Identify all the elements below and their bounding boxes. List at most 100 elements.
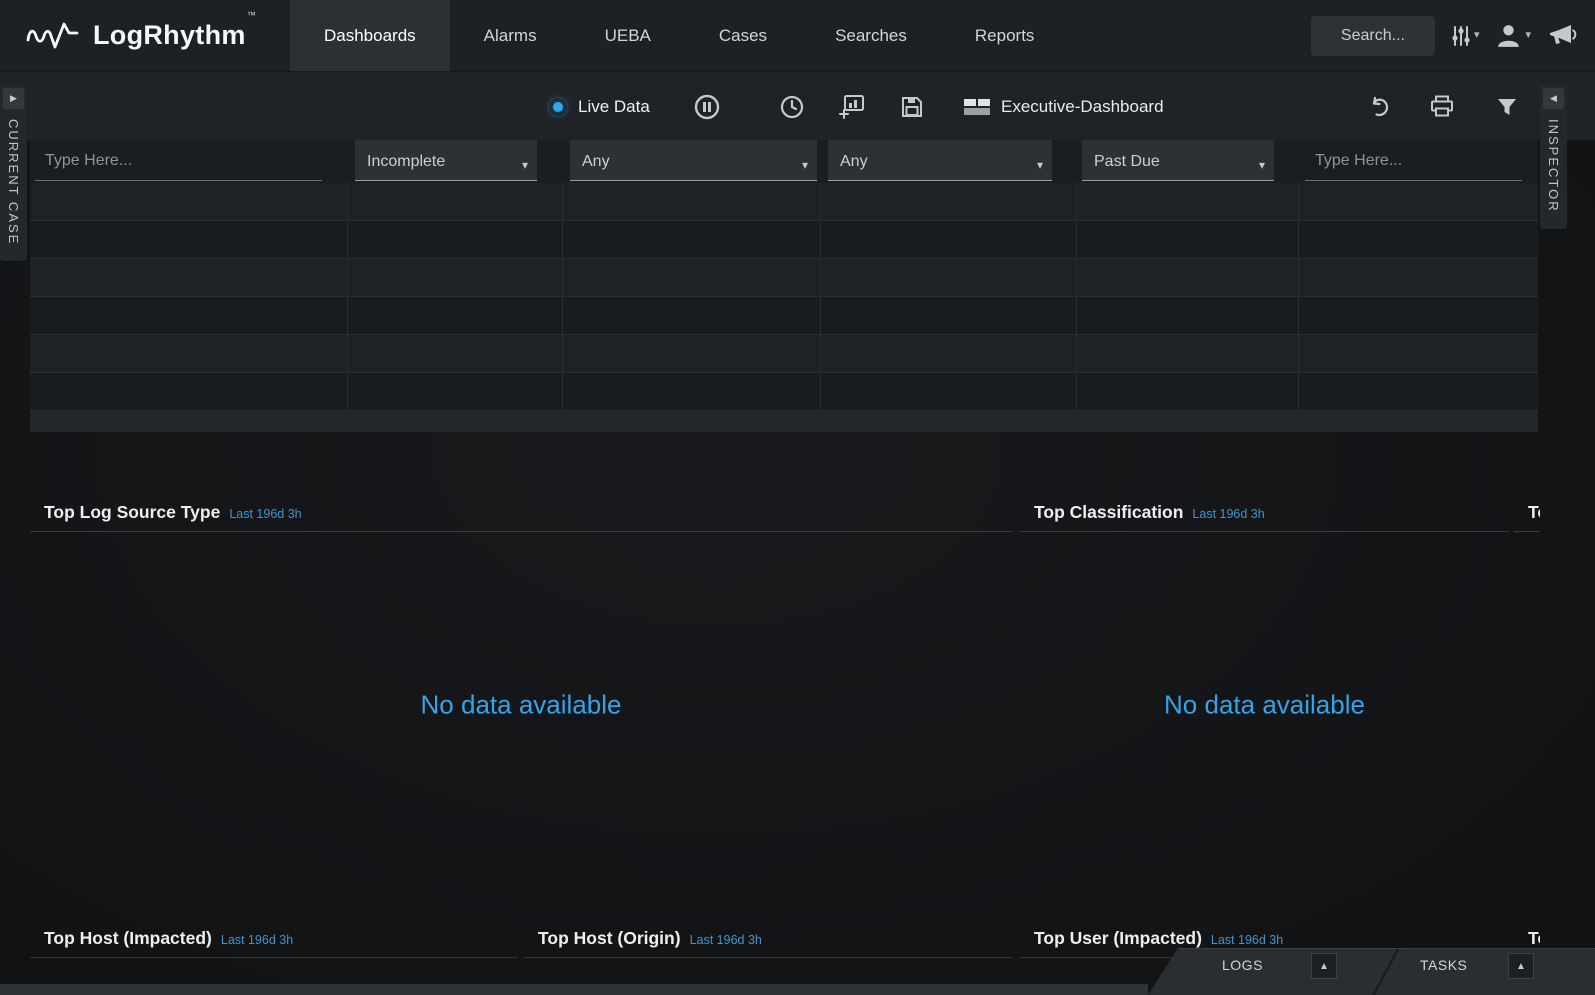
widget-top-host-impacted: Top Host (Impacted) Last 196d 3h — [30, 916, 518, 983]
tasks-expand-button[interactable]: ▲ — [1508, 953, 1534, 979]
dropdown-value: Any — [582, 153, 610, 171]
chevron-up-icon: ▲ — [1516, 961, 1526, 972]
widget-title: Top User (Impacted) — [1034, 928, 1202, 949]
grid-horizontal-scrollbar[interactable] — [30, 411, 1538, 432]
status-filter-dropdown[interactable]: Incomplete ▾ — [355, 140, 537, 181]
horizontal-scrollbar[interactable] — [0, 984, 1148, 995]
clock-icon — [780, 95, 804, 119]
text-filter-input-2[interactable] — [1305, 140, 1522, 181]
chevron-down-icon: ▾ — [1259, 158, 1265, 172]
logrhythm-logo-icon — [26, 19, 80, 53]
chevron-down-icon: ▾ — [1474, 30, 1480, 41]
widget-title: To — [1528, 928, 1540, 949]
bottom-dock: LOGS ▲ TASKS ▲ — [1148, 948, 1595, 995]
widget-timespan: Last 196d 3h — [229, 507, 301, 521]
widget-header: To — [1514, 490, 1540, 523]
grid-rows — [30, 183, 1538, 411]
user-menu-button[interactable]: ▾ — [1495, 22, 1531, 49]
inspector-expand-button[interactable]: ◀ — [1543, 88, 1564, 109]
nav-tab-cases[interactable]: Cases — [685, 0, 801, 71]
nav-tab-searches[interactable]: Searches — [801, 0, 941, 71]
print-button[interactable] — [1430, 72, 1454, 141]
chevron-up-icon: ▲ — [1319, 961, 1329, 972]
widget-top-classification: Top Classification Last 196d 3h No data … — [1020, 490, 1509, 920]
widget-title: Top Log Source Type — [44, 502, 220, 523]
due-date-filter-dropdown[interactable]: Past Due▾ — [1082, 140, 1274, 181]
widget-title: Top Host (Impacted) — [44, 928, 212, 949]
widget-timespan: Last 196d 3h — [221, 933, 293, 947]
widget-divider — [30, 531, 1012, 532]
chevron-down-icon: ▾ — [802, 158, 808, 172]
widget-timespan: Last 196d 3h — [1211, 933, 1283, 947]
inspector-tab[interactable]: INSPECTOR — [1546, 119, 1561, 213]
chevron-down-icon: ▾ — [1037, 158, 1043, 172]
settings-menu-button[interactable]: ▾ — [1451, 24, 1480, 48]
grid-empty-row — [30, 373, 1538, 411]
nav-tab-reports[interactable]: Reports — [941, 0, 1069, 71]
filter-dropdown-2[interactable]: Any ▾ — [570, 140, 817, 181]
save-icon — [900, 95, 924, 119]
pause-button[interactable] — [694, 72, 720, 141]
widget-header: To — [1514, 916, 1540, 949]
logrhythm-app: LogRhythm™ Dashboards Alarms UEBA Cases … — [0, 0, 1595, 995]
logs-tab[interactable]: LOGS — [1222, 949, 1263, 982]
current-case-expand-button[interactable]: ▶ — [3, 88, 24, 109]
nav-tab-dashboards[interactable]: Dashboards — [290, 0, 450, 71]
filter-dropdown-3[interactable]: Any▾ — [828, 140, 1052, 181]
widget-header: Top Log Source Type Last 196d 3h — [30, 490, 1012, 523]
grid-column-divider — [1298, 183, 1299, 411]
save-dashboard-button[interactable] — [900, 72, 924, 141]
announcements-button[interactable] — [1547, 23, 1577, 49]
no-data-message: No data available — [30, 690, 1012, 721]
dropdown-value: Incomplete — [367, 153, 445, 171]
reset-button[interactable] — [1368, 72, 1392, 141]
widget-truncated-right: To — [1514, 490, 1540, 920]
widget-title: To — [1528, 502, 1540, 523]
dashboard-layout-icon — [963, 96, 991, 118]
printer-icon — [1430, 95, 1454, 118]
add-widget-icon — [838, 94, 865, 120]
grid-column-divider — [1076, 183, 1077, 411]
nav-tab-ueba[interactable]: UEBA — [571, 0, 685, 71]
grid-filter-row: Incomplete▾ Any▾ Any▾ Past Due▾ — [30, 140, 1538, 183]
arrow-left-icon: ◀ — [1550, 93, 1557, 104]
user-icon — [1495, 22, 1522, 49]
add-widget-button[interactable] — [838, 72, 865, 141]
dashboard-toolbar: Live Data — [0, 71, 1595, 140]
grid-column-divider — [347, 183, 348, 411]
chevron-down-icon: ▾ — [522, 158, 528, 172]
grid-empty-row — [30, 335, 1538, 373]
time-range-button[interactable] — [780, 72, 804, 141]
widget-timespan: Last 196d 3h — [1192, 507, 1264, 521]
dock-divider — [1372, 949, 1400, 995]
widget-timespan: Last 196d 3h — [690, 933, 762, 947]
widget-header: Top Classification Last 196d 3h — [1020, 490, 1509, 523]
widget-header: Top User (Impacted) Last 196d 3h — [1020, 916, 1509, 949]
widget-header: Top Host (Origin) Last 196d 3h — [524, 916, 1012, 949]
dashboard-selector[interactable]: Executive-Dashboard — [963, 72, 1164, 141]
nav-tab-alarms[interactable]: Alarms — [450, 0, 571, 71]
widget-top-host-origin: Top Host (Origin) Last 196d 3h — [524, 916, 1012, 983]
live-data-toggle[interactable]: Live Data — [548, 72, 650, 141]
widget-title: Top Classification — [1034, 502, 1183, 523]
inspector-panel: ◀ INSPECTOR — [1540, 85, 1567, 229]
brand: LogRhythm™ — [0, 0, 290, 71]
main-nav-tabs: Dashboards Alarms UEBA Cases Searches Re… — [290, 0, 1068, 71]
widget-area: Top Log Source Type Last 196d 3h No data… — [30, 490, 1538, 983]
nav-right-controls: Search... ▾ — [1311, 0, 1577, 71]
filter-button[interactable] — [1496, 72, 1518, 141]
no-data-message: No data available — [1020, 690, 1509, 721]
sliders-icon — [1451, 24, 1471, 48]
live-data-label: Live Data — [578, 97, 650, 117]
widget-divider — [1514, 531, 1540, 532]
undo-icon — [1368, 95, 1392, 119]
chevron-down-icon: ▾ — [1525, 30, 1531, 41]
logs-expand-button[interactable]: ▲ — [1311, 953, 1337, 979]
widget-header: Top Host (Impacted) Last 196d 3h — [30, 916, 518, 949]
widget-title: Top Host (Origin) — [538, 928, 681, 949]
text-filter-input-1[interactable] — [35, 140, 322, 181]
current-case-tab[interactable]: CURRENT CASE — [6, 119, 21, 245]
search-button[interactable]: Search... — [1311, 16, 1435, 56]
tasks-tab[interactable]: TASKS — [1420, 949, 1467, 982]
arrow-right-icon: ▶ — [10, 93, 17, 104]
